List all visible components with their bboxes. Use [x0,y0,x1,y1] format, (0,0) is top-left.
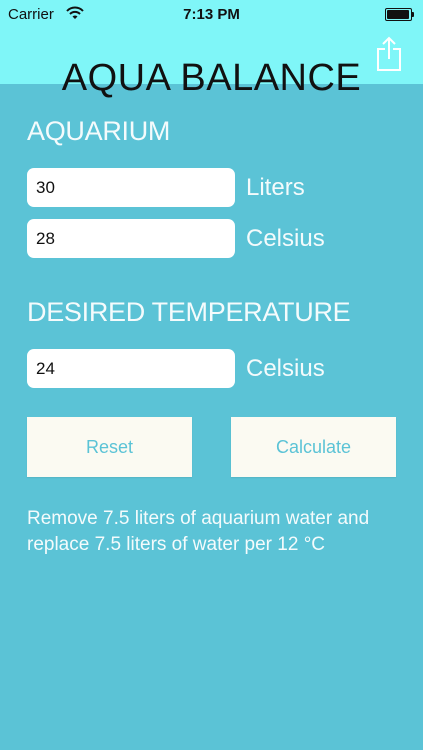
volume-unit-label: Liters [246,174,305,201]
aquarium-volume-input[interactable] [27,168,235,207]
calculate-button[interactable]: Calculate [231,417,396,477]
aquarium-temperature-unit-label: Celsius [246,225,325,252]
share-icon[interactable] [375,36,403,72]
desired-temperature-heading: DESIRED TEMPERATURE [27,297,351,327]
battery-icon [385,8,415,21]
app-title: AQUA BALANCE [61,57,362,100]
desired-temperature-unit-label: Celsius [246,355,325,382]
aquarium-temperature-input[interactable] [27,219,235,258]
reset-button[interactable]: Reset [27,417,192,477]
status-bar: Carrier 7:13 PM [0,0,423,28]
aquarium-heading: AQUARIUM [27,116,171,146]
result-message: Remove 7.5 liters of aquarium water and … [27,508,370,555]
navigation-header: Carrier 7:13 PM AQUA BALANCE [0,0,423,99]
status-time: 7:13 PM [183,6,240,23]
desired-temperature-input[interactable] [27,349,235,388]
